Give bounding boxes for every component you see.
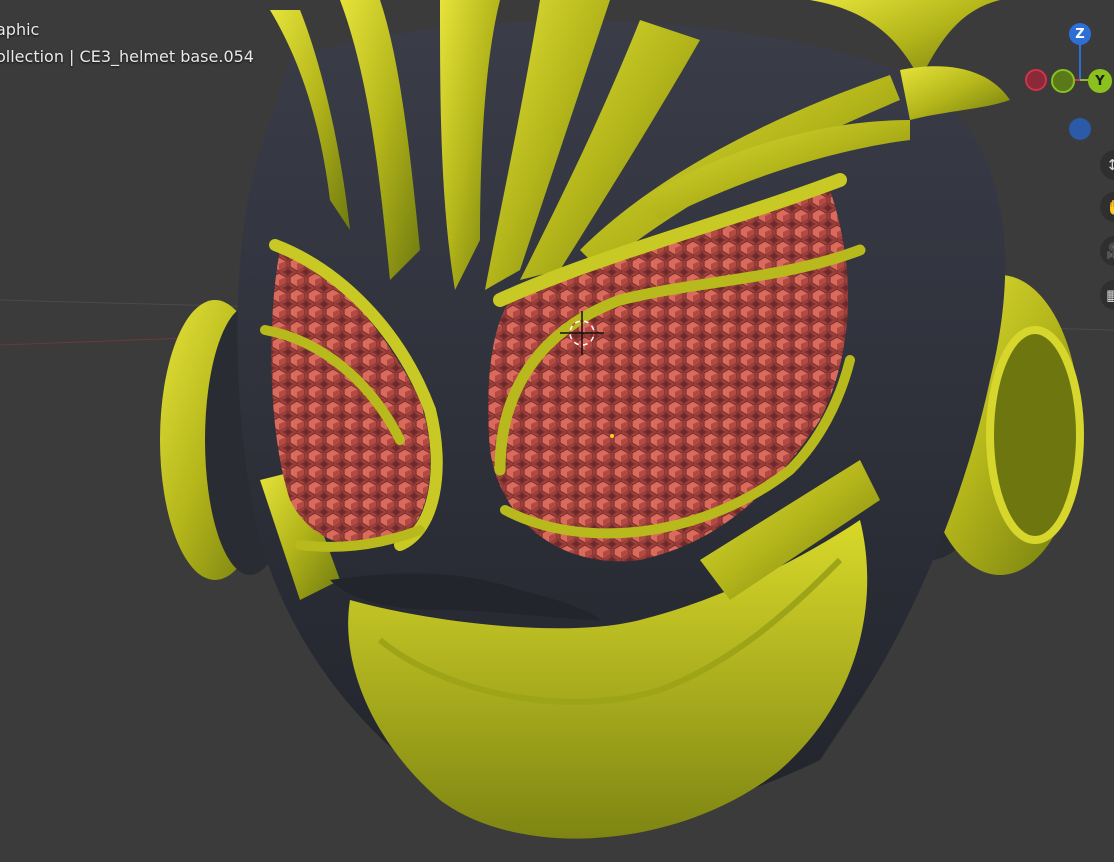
gizmo-y-axis[interactable]: Y <box>1088 69 1112 93</box>
viewport-canvas <box>0 0 1114 839</box>
viewport-collection-label: ollection | CE3_helmet base.054 <box>0 47 254 66</box>
gizmo-neg-z-axis[interactable] <box>1069 118 1091 140</box>
gizmo-neg-x-axis[interactable] <box>1025 69 1047 91</box>
viewport-shading-label: aphic <box>0 20 40 39</box>
gizmo-z-axis[interactable]: Z <box>1069 23 1091 45</box>
3d-viewport[interactable]: aphic ollection | CE3_helmet base.054 Z … <box>0 0 1114 858</box>
origin-dot <box>610 434 614 438</box>
gizmo-neg-y-axis[interactable] <box>1051 69 1075 93</box>
